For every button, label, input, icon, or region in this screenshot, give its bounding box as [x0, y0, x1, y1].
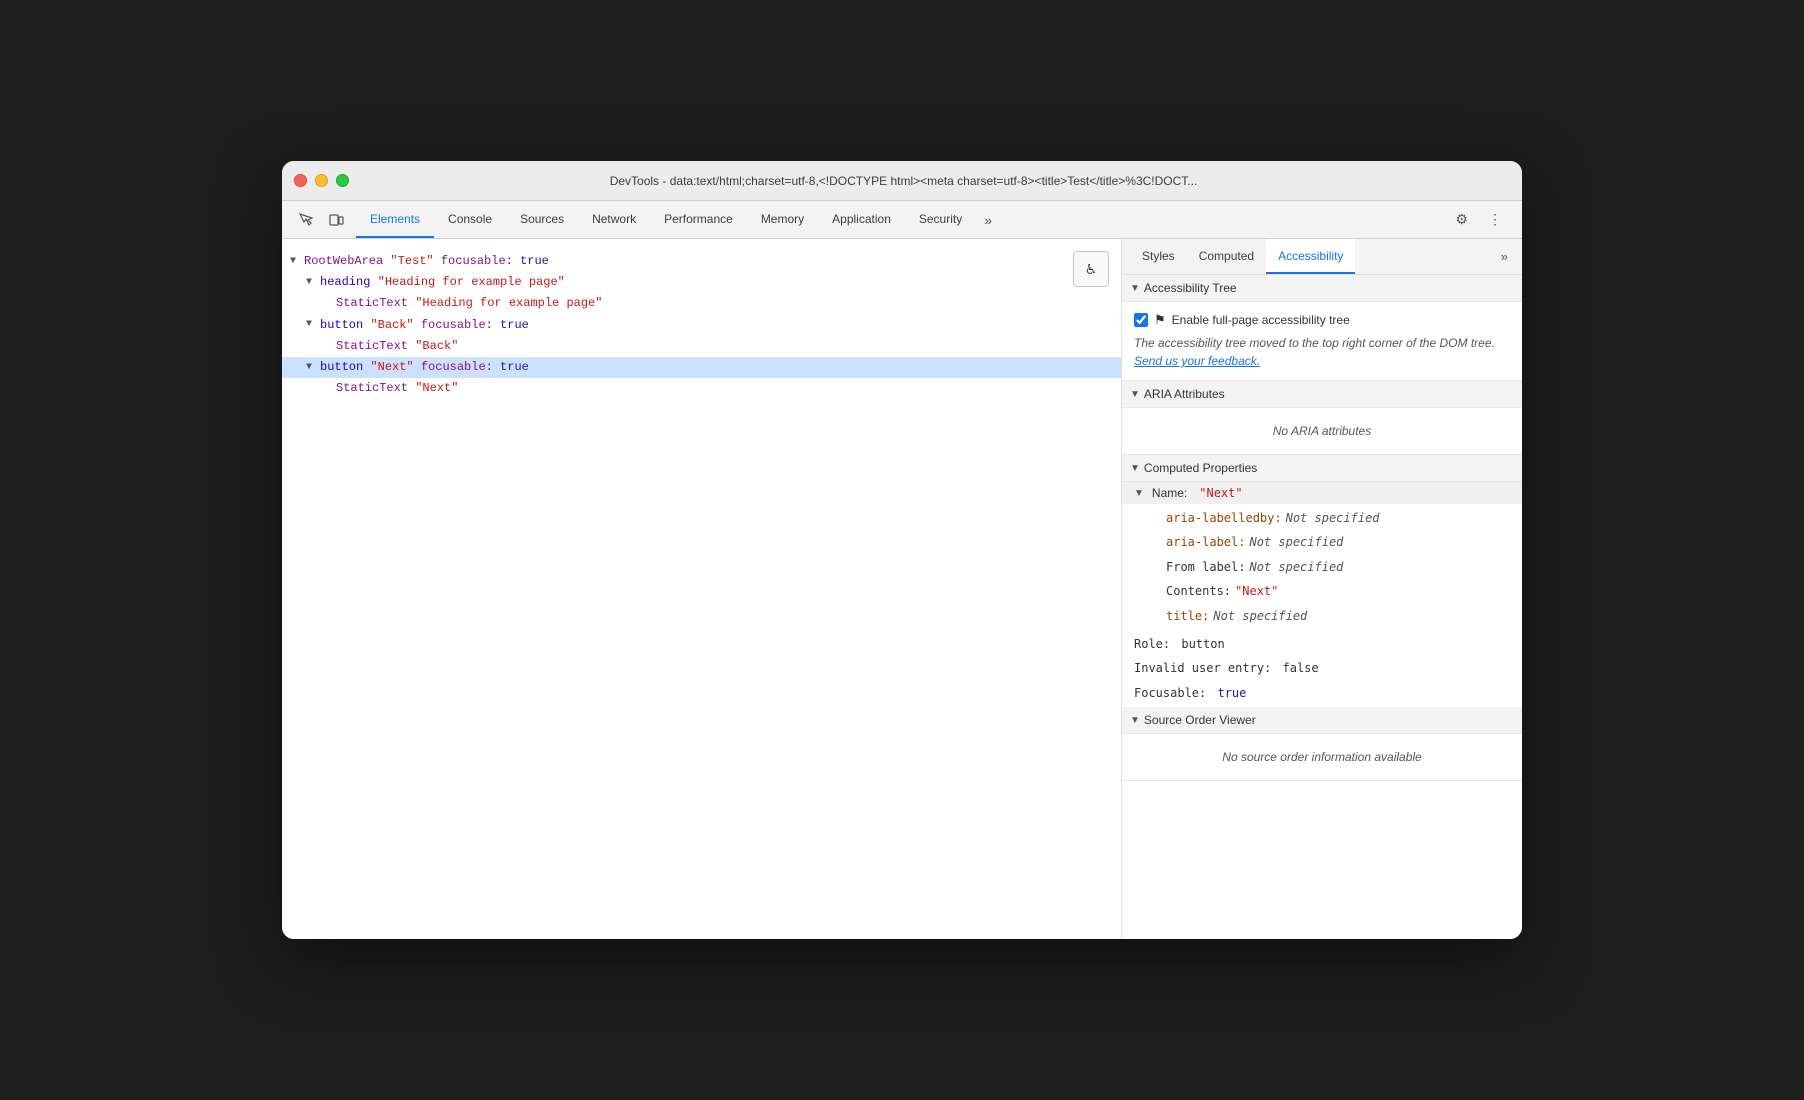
- section-body-a11y-tree: ⚑ Enable full-page accessibility tree Th…: [1122, 302, 1522, 381]
- window-title: DevTools - data:text/html;charset=utf-8,…: [297, 174, 1510, 188]
- right-panel-tabs: Styles Computed Accessibility »: [1122, 239, 1522, 275]
- section-body-aria: No ARIA attributes: [1122, 408, 1522, 455]
- dom-row-btn-back[interactable]: ▼ button "Back" focusable : true: [282, 315, 1121, 336]
- tab-accessibility[interactable]: Accessibility: [1266, 239, 1355, 274]
- triangle-icon: ▼: [306, 360, 318, 376]
- dom-row-next-text[interactable]: StaticText "Next": [282, 378, 1121, 399]
- right-panel: Styles Computed Accessibility » ▼ Access…: [1122, 239, 1522, 939]
- dom-row-heading[interactable]: ▼ heading "Heading for example page": [282, 272, 1121, 293]
- tab-performance[interactable]: Performance: [650, 201, 747, 238]
- dom-panel: ▼ RootWebArea "Test" focusable : true ▼ …: [282, 239, 1122, 939]
- prop-from-label: From label: Not specified: [1154, 555, 1522, 579]
- prop-role: Role: button: [1122, 632, 1522, 656]
- collapse-icon: ▼: [1130, 715, 1140, 726]
- tab-network[interactable]: Network: [578, 201, 650, 238]
- no-source-order-text: No source order information available: [1134, 742, 1510, 772]
- tab-security[interactable]: Security: [905, 201, 976, 238]
- accessibility-icon: ♿: [1086, 259, 1096, 279]
- dom-tree: ▼ RootWebArea "Test" focusable : true ▼ …: [282, 247, 1121, 403]
- prop-title: title: Not specified: [1154, 604, 1522, 628]
- tab-elements[interactable]: Elements: [356, 201, 434, 238]
- prop-invalid-user-entry: Invalid user entry: false: [1122, 656, 1522, 680]
- a11y-tree-icon: ⚑: [1154, 312, 1166, 328]
- devtools-window: DevTools - data:text/html;charset=utf-8,…: [282, 161, 1522, 939]
- kebab-menu-button[interactable]: ⋮: [1480, 207, 1510, 232]
- collapse-icon: ▼: [1130, 389, 1140, 400]
- name-collapse-icon: ▼: [1134, 488, 1144, 499]
- tab-memory[interactable]: Memory: [747, 201, 818, 238]
- tab-computed[interactable]: Computed: [1187, 239, 1266, 274]
- section-header-computed[interactable]: ▼ Computed Properties: [1122, 455, 1522, 482]
- device-toolbar-button[interactable]: [322, 206, 350, 234]
- tab-styles[interactable]: Styles: [1130, 239, 1187, 274]
- prop-aria-label: aria-label: Not specified: [1154, 530, 1522, 554]
- dom-row-root[interactable]: ▼ RootWebArea "Test" focusable : true: [282, 251, 1121, 272]
- prop-focusable: Focusable: true: [1122, 681, 1522, 705]
- devtools-tabs: Elements Console Sources Network Perform…: [356, 201, 1439, 238]
- computed-name-row: ▼ Name: "Next": [1122, 482, 1522, 504]
- collapse-icon: ▼: [1130, 283, 1140, 294]
- tabs-more-button[interactable]: »: [976, 208, 1000, 232]
- toolbar-right: ⚙ ⋮: [1439, 207, 1518, 232]
- enable-a11y-tree-row: ⚑ Enable full-page accessibility tree: [1134, 312, 1510, 328]
- dom-row-btn-next[interactable]: ▼ button "Next" focusable : true: [282, 357, 1121, 378]
- section-body-source-order: No source order information available: [1122, 734, 1522, 781]
- inspect-element-button[interactable]: [292, 206, 320, 234]
- triangle-icon: [322, 296, 334, 312]
- collapse-icon: ▼: [1130, 463, 1140, 474]
- computed-indented-props: aria-labelledby: Not specified aria-labe…: [1122, 504, 1522, 630]
- right-panel-content: ▼ Accessibility Tree ⚑ Enable full-page …: [1122, 275, 1522, 939]
- title-bar: DevTools - data:text/html;charset=utf-8,…: [282, 161, 1522, 201]
- a11y-tree-info-text: The accessibility tree moved to the top …: [1134, 334, 1510, 370]
- settings-button[interactable]: ⚙: [1447, 207, 1476, 232]
- computed-plain-props: Role: button Invalid user entry: false F…: [1122, 630, 1522, 707]
- prop-contents: Contents: "Next": [1154, 579, 1522, 603]
- prop-aria-labelledby: aria-labelledby: Not specified: [1154, 506, 1522, 530]
- no-aria-text: No ARIA attributes: [1134, 416, 1510, 446]
- tab-console[interactable]: Console: [434, 201, 506, 238]
- dom-row-back-text[interactable]: StaticText "Back": [282, 336, 1121, 357]
- accessibility-tree-button[interactable]: ♿: [1073, 251, 1109, 287]
- triangle-icon: ▼: [306, 275, 318, 291]
- section-source-order-viewer: ▼ Source Order Viewer No source order in…: [1122, 707, 1522, 781]
- tab-application[interactable]: Application: [818, 201, 905, 238]
- toolbar-icon-group: [286, 206, 356, 234]
- right-tabs-more-button[interactable]: »: [1495, 249, 1514, 264]
- section-header-a11y-tree[interactable]: ▼ Accessibility Tree: [1122, 275, 1522, 302]
- section-aria-attributes: ▼ ARIA Attributes No ARIA attributes: [1122, 381, 1522, 455]
- devtools-body: ▼ RootWebArea "Test" focusable : true ▼ …: [282, 239, 1522, 939]
- dom-row-heading-text[interactable]: StaticText "Heading for example page": [282, 293, 1121, 314]
- triangle-icon: ▼: [306, 317, 318, 333]
- tab-sources[interactable]: Sources: [506, 201, 578, 238]
- triangle-icon: [322, 338, 334, 354]
- triangle-icon: ▼: [290, 254, 302, 270]
- devtools-toolbar: Elements Console Sources Network Perform…: [282, 201, 1522, 239]
- feedback-link[interactable]: Send us your feedback.: [1134, 354, 1260, 368]
- section-header-source-order[interactable]: ▼ Source Order Viewer: [1122, 707, 1522, 734]
- enable-a11y-tree-checkbox[interactable]: [1134, 313, 1148, 327]
- section-computed-properties: ▼ Computed Properties ▼ Name: "Next" ari…: [1122, 455, 1522, 707]
- section-accessibility-tree: ▼ Accessibility Tree ⚑ Enable full-page …: [1122, 275, 1522, 381]
- triangle-icon: [322, 381, 334, 397]
- section-header-aria[interactable]: ▼ ARIA Attributes: [1122, 381, 1522, 408]
